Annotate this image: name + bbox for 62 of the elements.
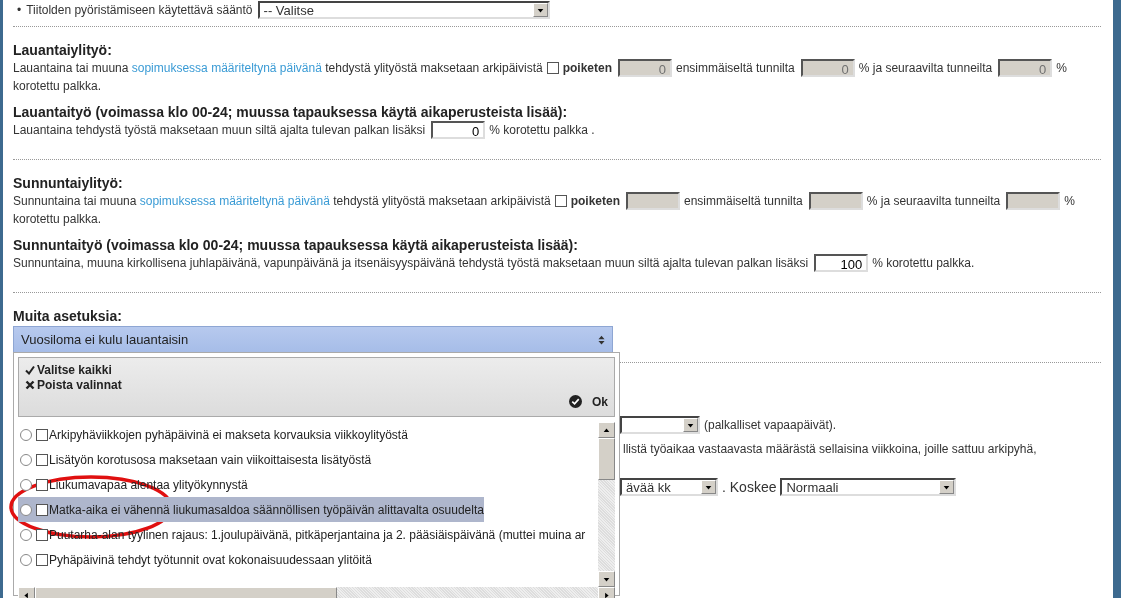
option-radio[interactable] xyxy=(20,503,32,516)
option-checkbox[interactable] xyxy=(36,503,48,516)
option-item[interactable]: Pyhäpäivinä tehdyt työtunnit ovat kokonaisuudessaan ylitöitä xyxy=(18,547,372,572)
scroll-up-icon[interactable] xyxy=(598,422,615,438)
applies-to-label: . Koskee xyxy=(722,479,777,495)
section-heading: Sunnuntaiylityö: xyxy=(13,175,124,191)
option-radio[interactable] xyxy=(20,553,32,566)
check-icon xyxy=(25,364,35,375)
option-radio[interactable] xyxy=(20,528,32,541)
clear-selection-link[interactable]: Poista valinnat xyxy=(25,377,122,392)
option-radio[interactable] xyxy=(20,478,32,491)
percent-input[interactable]: 0 xyxy=(431,121,486,139)
work-description: Sunnuntaina, muuna kirkollisena juhlapäivänä, vapunpäivänä ja itsenäisyyspäivänä tehdystä työstä maksetaan muun siltä ajalta tulevan palkan lisäksi xyxy=(13,256,809,270)
option-checkbox[interactable] xyxy=(36,428,48,441)
input-label: % korotettu palkka. xyxy=(872,256,975,270)
option-checkbox[interactable] xyxy=(36,553,48,566)
section-heading: Sunnuntaityö (voimassa klo 00-24; muussa tapauksessa käytä aikaperusteista lisää): xyxy=(13,237,579,253)
input-label: % ja seuraavilta tunneilta xyxy=(866,194,1001,208)
section-heading: Lauantaiylityö: xyxy=(13,42,113,58)
option-checkbox[interactable] xyxy=(36,453,48,466)
work-description: Lauantaina tehdystä työstä maksetaan muun siltä ajalta tulevan palkan lisäksi xyxy=(13,123,426,137)
input-label: ensimmäiseltä tunnilta xyxy=(684,194,803,208)
rounding-rule-select[interactable]: -- Valitse xyxy=(257,1,550,19)
check-circle-icon xyxy=(569,395,582,408)
sort-arrows-icon xyxy=(598,334,605,345)
input-label: % korotettu palkka . xyxy=(489,123,595,137)
vertical-scrollbar[interactable] xyxy=(598,422,615,587)
month-select[interactable]: ävää kk xyxy=(620,478,718,496)
holiday-week-text: llistä työaikaa vastaavasta määrästä sellaisina viikkoina, joille sattuu arkipyhä, xyxy=(623,442,1037,456)
exception-checkbox[interactable] xyxy=(554,195,567,207)
percent-input[interactable]: 100 xyxy=(814,254,869,272)
overtime-description-continuation: korotettu palkka. xyxy=(13,78,102,93)
overtime-description: Lauantaina tai muuna sopimuksessa määriteltynä päivänä tehdystä ylityöstä maksetaan arkipäivistä xyxy=(13,61,543,75)
exception-label: poiketen xyxy=(570,194,620,208)
option-radio[interactable] xyxy=(20,453,32,466)
rounding-rule-label: Tiitolden pyöristämiseen käytettävä sääntö xyxy=(26,3,253,17)
overtime-description: Sunnuntaina tai muuna sopimuksessa määriteltynä päivänä tehdystä ylityöstä maksetaan arkipäivistä xyxy=(13,194,551,208)
bullet: • xyxy=(17,3,22,17)
option-checkbox[interactable] xyxy=(36,528,48,541)
paid-days-label: (palkalliset vapaapäivät). xyxy=(704,418,837,432)
option-radio[interactable] xyxy=(20,428,32,441)
input-label: % xyxy=(1064,194,1075,208)
settings-multiselect[interactable]: Vuosiloma ei kulu lauantaisin xyxy=(13,326,613,353)
exception-label: poiketen xyxy=(562,61,612,75)
option-item[interactable]: Arkipyhäviikkojen pyhäpäivinä ei makseta korvauksia viikkoylityöstä xyxy=(18,422,408,447)
input-label: % ja seuraavilta tunneilta xyxy=(858,61,993,75)
exception-checkbox[interactable] xyxy=(546,62,559,74)
scroll-down-icon[interactable] xyxy=(598,571,615,587)
scroll-thumb[interactable] xyxy=(598,438,615,480)
ok-button[interactable]: Ok xyxy=(569,394,608,409)
select-all-link[interactable]: Valitse kaikki xyxy=(25,362,112,377)
applies-to-select[interactable]: Normaali xyxy=(780,478,957,496)
section-heading: Lauantaityö (voimassa klo 00-24; muussa tapauksessa käytä aikaperusteista lisää): xyxy=(13,104,569,120)
option-checkbox[interactable] xyxy=(36,478,48,491)
option-item[interactable]: Matka-aika ei vähennä liukumasaldoa säännöllisen työpäivän alittavalta osuudelta xyxy=(18,497,484,522)
input-label: ensimmäiseltä tunnilta xyxy=(676,61,795,75)
input-label: % xyxy=(1056,61,1067,75)
close-icon xyxy=(25,379,35,390)
overtime-description-continuation: korotettu palkka. xyxy=(13,211,102,226)
holiday-select[interactable] xyxy=(620,416,700,434)
option-item[interactable]: Lisätyön korotusosa maksetaan vain viikoittaisesta lisätyöstä xyxy=(18,447,372,472)
section-heading: Muita asetuksia: xyxy=(13,308,123,324)
